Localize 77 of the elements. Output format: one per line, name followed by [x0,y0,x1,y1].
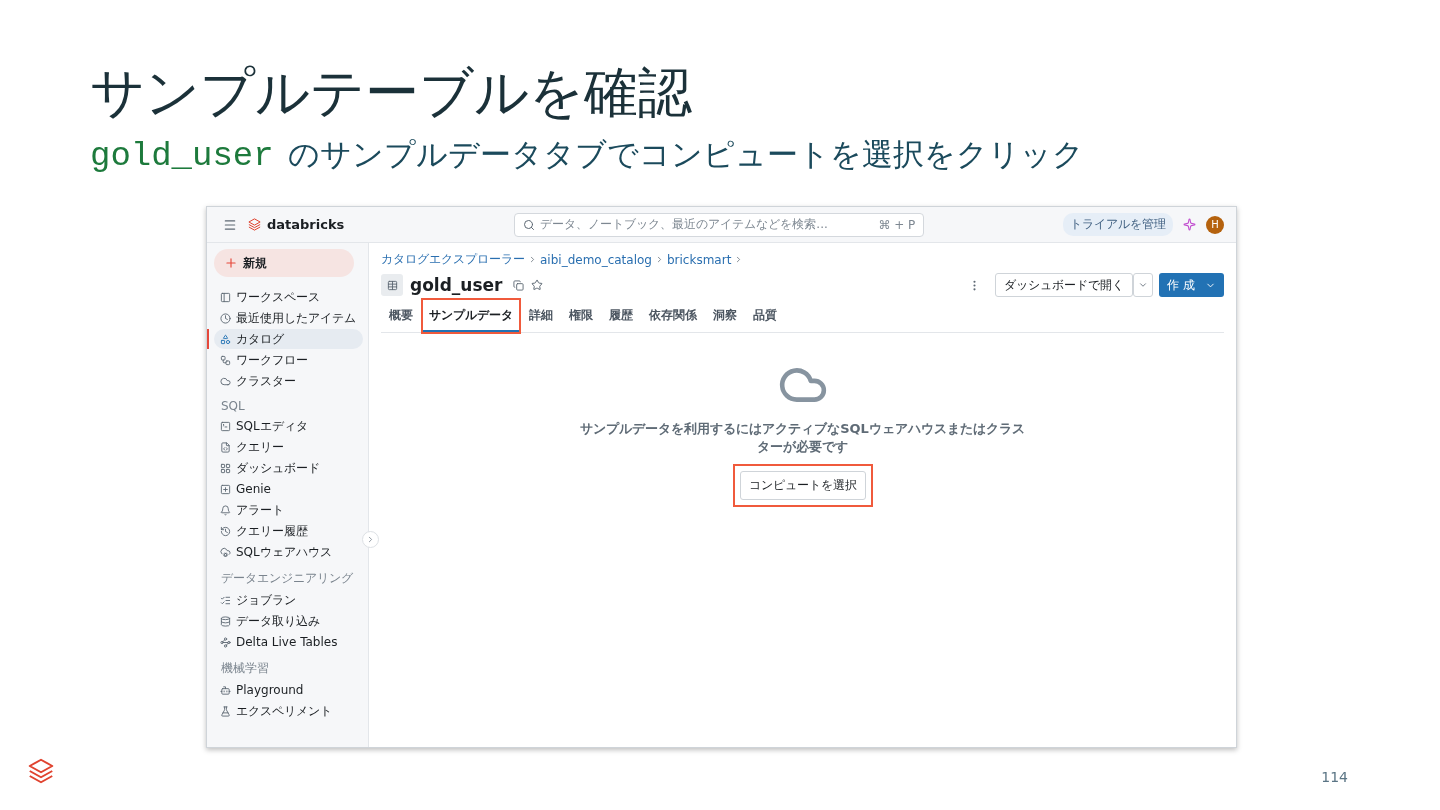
history-icon [220,525,231,537]
star-icon[interactable] [531,279,544,291]
plus-square-icon [220,483,231,495]
logo-icon [26,756,56,786]
sidebar-label: アラート [236,501,284,519]
grid-icon [220,462,231,474]
copy-icon[interactable] [513,279,525,291]
file-icon [220,441,231,453]
breadcrumb-link[interactable]: aibi_demo_catalog [540,252,652,267]
search-field[interactable]: データ、ノートブック、最近のアイテムなどを検索... ⌘ + P [514,212,925,237]
tab[interactable]: 詳細 [521,300,561,332]
sparkle-icon[interactable] [1183,218,1196,231]
logo-text: databricks [267,217,345,232]
page-number: 114 [1321,769,1348,785]
open-dashboard-button[interactable]: ダッシュボードで開く [995,273,1134,297]
section-heading: データエンジニアリング [220,570,354,587]
sidebar-label: Delta Live Tables [236,635,338,649]
slide-subtitle: のサンプルデータタブでコンピュートを選択をクリック [287,135,1084,174]
flask-icon [220,705,231,717]
bot-icon [220,684,231,696]
workflow-icon [220,354,231,366]
tab[interactable]: 履歴 [601,300,641,332]
code-text: gold_user [90,137,274,175]
search-icon [523,218,536,231]
sidebar-label: カタログ [236,330,284,348]
user-avatar[interactable]: H [1206,215,1224,234]
database-icon [220,615,231,627]
empty-message: サンプルデータを利用するにはアクティブなSQLウェアハウスまたはクラスターが必要です [579,420,1026,456]
logo-icon [247,217,262,232]
tab[interactable]: 依存関係 [641,300,705,332]
chevron-icon [528,255,537,264]
bell-icon [220,504,231,516]
menu-icon[interactable] [223,217,237,232]
create-button[interactable]: 作 成 [1159,273,1224,297]
chevron-icon [655,255,664,264]
shortcut-hint: ⌘ + P [878,217,916,232]
section-heading: 機械学習 [220,660,270,677]
select-compute-button[interactable]: コンピュートを選択 [739,471,866,500]
sidebar-label: ダッシュボード [236,459,320,477]
breadcrumb-link[interactable]: bricksmart [667,252,732,267]
sidebar-label: エクスペリメント [236,702,332,720]
sidebar-label: データ取り込み [236,612,320,630]
breadcrumb-link[interactable]: カタログエクスプローラー [381,251,525,268]
tab[interactable]: サンプルデータ [423,300,519,332]
sidebar-label: ワークスペース [236,288,320,306]
new-button[interactable]: 新規 [214,249,354,277]
tab[interactable]: 権限 [561,300,601,332]
sidebar-label: クエリー [236,438,284,456]
cloud-icon [220,375,231,387]
sidebar-label: ワークフロー [236,351,308,369]
sidebar-label: Genie [236,482,271,496]
chevron-icon [366,535,375,544]
checklist-icon [220,594,231,606]
terminal-icon [220,420,231,432]
chevron-icon [1138,280,1149,290]
slide-title: サンプルテーブルを確認 [90,60,693,126]
tab[interactable]: 洞察 [705,300,745,332]
trial-button[interactable]: トライアルを管理 [1063,213,1173,236]
sidebar-label: 最近使用したアイテム [236,309,356,327]
page-title: gold_user [410,275,503,295]
sidebar-label: Playground [236,683,304,697]
sidebar-label: クエリー履歴 [236,522,308,540]
sidebar-label: SQLウェアハウス [236,543,332,561]
panel-icon [220,291,231,303]
route-icon [220,636,231,648]
tab[interactable]: 品質 [745,300,785,332]
section-heading: SQL [220,398,246,415]
cloud-gear-icon [220,546,231,558]
sidebar-label: クラスター [236,372,296,390]
tab[interactable]: 概要 [381,300,421,332]
sidebar-label: ジョブラン [236,591,296,609]
search-placeholder: データ、ノートブック、最近のアイテムなどを検索... [540,216,828,233]
shapes-icon [220,333,231,345]
clock-icon [220,312,231,324]
table-icon [381,274,403,296]
sidebar-label: SQLエディタ [236,417,308,435]
plus-icon [224,256,238,270]
